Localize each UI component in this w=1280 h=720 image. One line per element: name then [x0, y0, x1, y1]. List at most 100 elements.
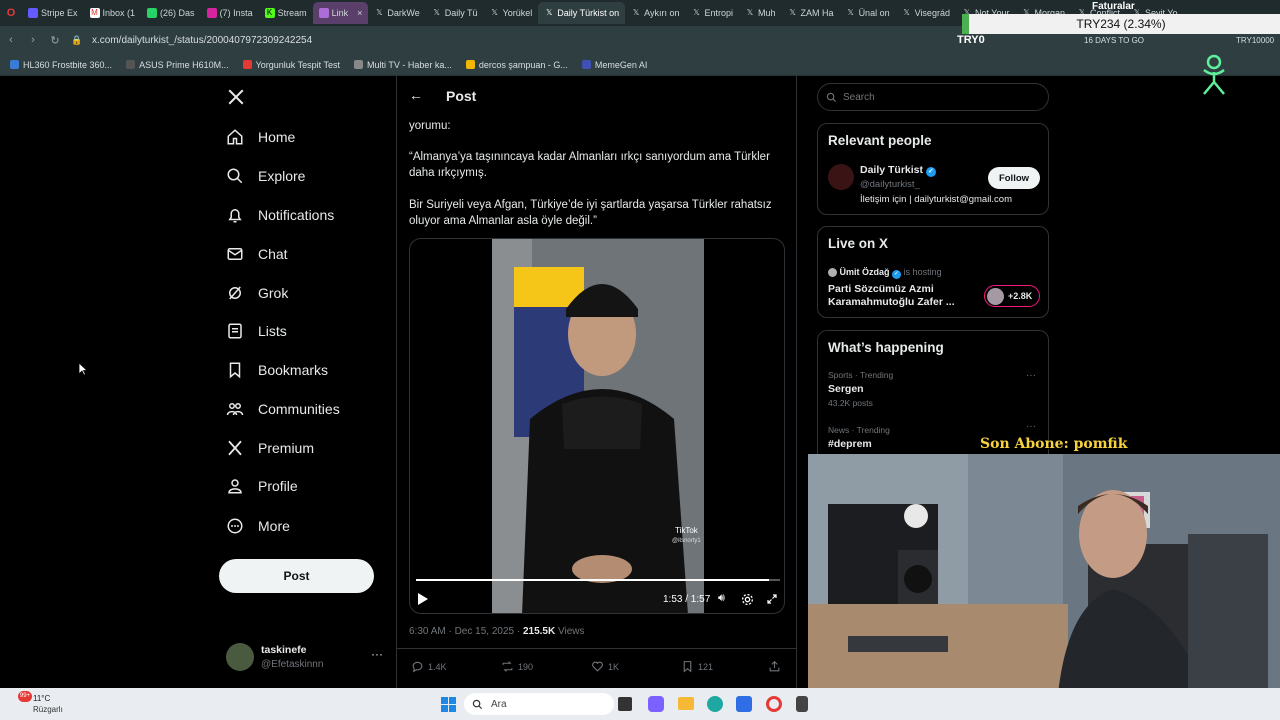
opera-icon[interactable]: O: [0, 7, 22, 19]
url-input[interactable]: x.com/dailyturkist_/status/2000407972309…: [92, 35, 312, 46]
nav-bookmarks[interactable]: Bookmarks: [226, 358, 328, 382]
back-arrow-icon[interactable]: ←: [409, 87, 423, 103]
volume-icon[interactable]: 🔊︎: [718, 592, 725, 605]
live-host: Ümit Özdağ: [839, 267, 890, 277]
nav-home[interactable]: Home: [226, 125, 295, 149]
windows-start-icon[interactable]: [441, 697, 456, 712]
tab-15[interactable]: 𝕏 Visegrád: [896, 2, 956, 24]
account-switcher[interactable]: taskinefe @Efetaskinnn ···: [226, 643, 386, 673]
live-hosting: is hosting: [903, 267, 942, 277]
nav-profile[interactable]: Profile: [226, 474, 298, 498]
bookmark-button[interactable]: 121: [681, 660, 713, 673]
nav-explore[interactable]: Explore: [226, 164, 305, 188]
tab-12[interactable]: 𝕏 Muh: [739, 2, 782, 24]
bookmark-4[interactable]: dercos şampuan - G...: [465, 60, 568, 70]
more-icon[interactable]: ···: [1026, 370, 1036, 381]
settings-icon[interactable]: [741, 593, 754, 606]
search-box[interactable]: [817, 83, 1049, 111]
bookmark-icon: [581, 60, 591, 69]
taskbar-search[interactable]: Ara: [464, 693, 614, 715]
tab-1[interactable]: M Inbox (1: [84, 2, 142, 24]
tab-4[interactable]: K Stream: [259, 2, 313, 24]
live-space-title[interactable]: Parti Sözcümüz Azmi Karamahmutoğlu Zafer…: [828, 283, 958, 309]
fullscreen-icon[interactable]: [766, 593, 778, 605]
nav-more[interactable]: More: [226, 514, 290, 538]
avatar: [828, 268, 837, 278]
store-icon[interactable]: [736, 696, 752, 712]
more-icon[interactable]: ···: [371, 647, 383, 661]
bookmark-5[interactable]: MemeGen AI: [581, 60, 647, 70]
live-host-row[interactable]: Ümit Özdağ ✓ is hosting: [828, 267, 942, 279]
avatar[interactable]: [828, 164, 854, 190]
tab-11[interactable]: 𝕏 Entropi: [686, 2, 740, 24]
bookmark-0[interactable]: HL360 Frostbite 360...: [10, 60, 112, 70]
tab-5[interactable]: Link ×: [312, 2, 369, 24]
nav-lists[interactable]: Lists: [226, 319, 287, 343]
tab-13[interactable]: 𝕏 ZAM Ha: [782, 2, 840, 24]
tab-3[interactable]: (7) Insta: [201, 2, 259, 24]
x-icon: 𝕏: [632, 8, 640, 17]
nav-communities[interactable]: Communities: [226, 397, 340, 421]
trend-item[interactable]: Sports · Trending Sergen 43.2K posts ···: [828, 370, 1038, 408]
close-icon[interactable]: ×: [357, 8, 362, 18]
tab-active[interactable]: 𝕏 Daily Türkist on: [538, 2, 626, 24]
search-input[interactable]: [843, 91, 1033, 103]
tab-14[interactable]: 𝕏 Ünal on: [840, 2, 896, 24]
video-player[interactable]: TikTok @itsnorty1 1:53 / 1:57 🔊︎: [409, 238, 785, 614]
bookmark-1[interactable]: ASUS Prime H610M...: [126, 60, 229, 70]
x-icon: 𝕏: [847, 8, 854, 17]
divider: [397, 648, 796, 649]
tab-7[interactable]: 𝕏 Daily Tü: [426, 2, 484, 24]
play-icon[interactable]: [418, 593, 428, 605]
video-progress-track[interactable]: [416, 579, 780, 581]
taskbar-app-icon[interactable]: [796, 696, 808, 712]
tab-8[interactable]: 𝕏 Yorükel: [484, 2, 539, 24]
bookmark-3[interactable]: Multi TV - Haber ka...: [354, 60, 452, 70]
taskbar-app-icon[interactable]: [648, 696, 664, 712]
account-name: taskinefe: [261, 644, 307, 656]
nav-premium[interactable]: Premium: [226, 436, 314, 460]
nav-grok[interactable]: Grok: [226, 281, 288, 305]
x-premium-icon: [228, 440, 242, 456]
back-icon[interactable]: ‹: [0, 34, 22, 46]
reload-icon[interactable]: ↻: [44, 34, 66, 47]
person-name[interactable]: Daily Türkist ✓: [860, 164, 936, 177]
reply-button[interactable]: 1.4K: [411, 660, 447, 673]
taskbar-app-icon[interactable]: [618, 697, 632, 711]
heart-icon: [592, 661, 603, 672]
instagram-icon: [206, 8, 217, 18]
more-icon[interactable]: ···: [1026, 421, 1036, 432]
repost-button[interactable]: 190: [501, 660, 533, 673]
lock-icon[interactable]: 🔒: [66, 35, 88, 46]
live-count: +2.8K: [1008, 291, 1033, 301]
tab-10[interactable]: 𝕏 Aykırı on: [625, 2, 685, 24]
x-logo-icon[interactable]: [227, 88, 245, 106]
views-label: Views: [557, 626, 585, 637]
whats-happening-title: What’s happening: [828, 340, 944, 355]
tab-2[interactable]: (26) Das: [141, 2, 201, 24]
gmail-icon: M: [89, 8, 100, 18]
bookmark-2[interactable]: Yorgunluk Tespit Test: [242, 60, 340, 70]
like-button[interactable]: 1K: [591, 660, 619, 673]
nav-chat[interactable]: Chat: [226, 242, 288, 266]
forward-icon[interactable]: ›: [22, 34, 44, 46]
trend-name: Sergen: [828, 383, 864, 395]
nav-notifications[interactable]: Notifications: [226, 203, 334, 227]
x-icon: 𝕏: [376, 8, 383, 17]
post-timestamp[interactable]: 6:30 AM · Dec 15, 2025 ·: [409, 626, 520, 637]
opera-icon[interactable]: [766, 696, 782, 712]
post-meta: 6:30 AM · Dec 15, 2025 · 215.5K Views: [409, 626, 584, 637]
share-button[interactable]: [768, 660, 781, 673]
weather-widget[interactable]: 99+ 11°C Rüzgarlı: [18, 691, 98, 717]
person-bio: İletişim için | dailyturkist@gmail.com: [860, 194, 1013, 205]
follow-button[interactable]: Follow: [988, 167, 1040, 189]
post-text-top: yorumu:: [409, 120, 451, 132]
link-icon: [318, 8, 329, 18]
live-listeners-pill[interactable]: +2.8K: [984, 285, 1040, 307]
tab-0[interactable]: Stripe Ex: [22, 2, 84, 24]
folder-icon[interactable]: [678, 697, 694, 710]
tab-6[interactable]: 𝕏 DarkWe: [368, 2, 425, 24]
post-button[interactable]: Post: [219, 559, 374, 593]
bookmark-icon: [683, 661, 692, 673]
edge-icon[interactable]: [707, 696, 723, 712]
